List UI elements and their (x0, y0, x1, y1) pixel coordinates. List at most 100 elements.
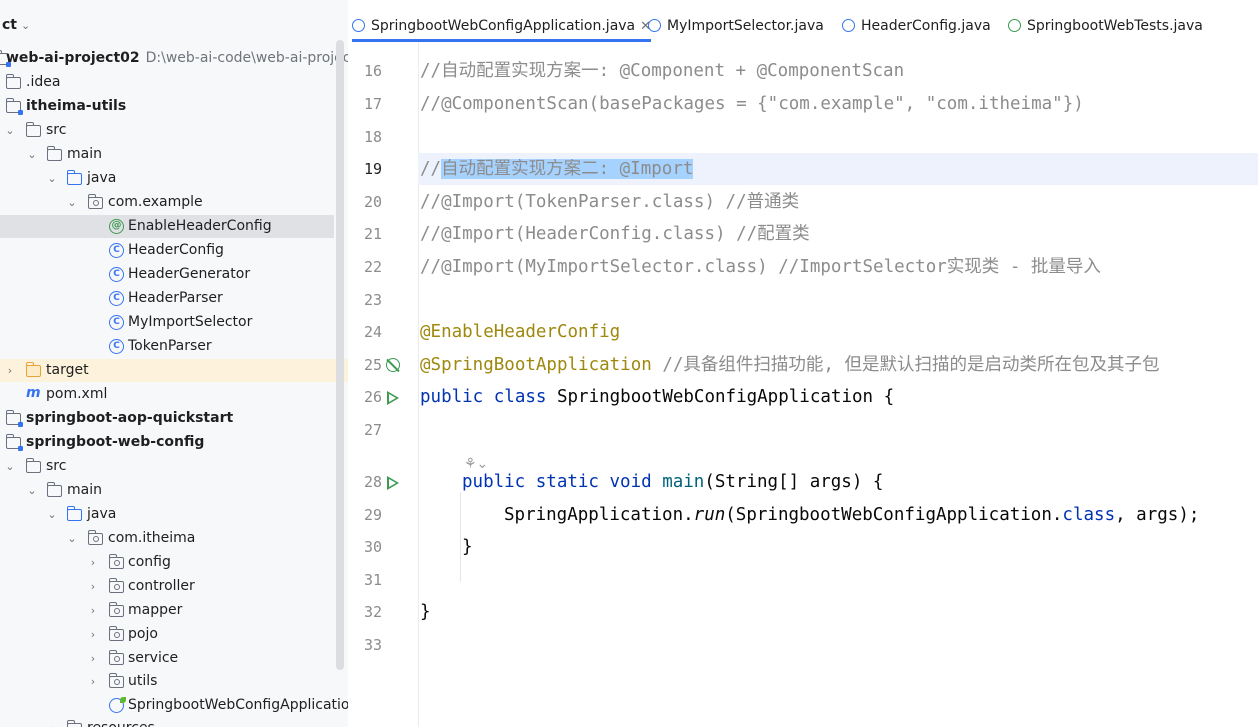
tree-item-enableheaderconfig[interactable]: @ EnableHeaderConfig (0, 215, 334, 238)
code-line-21: //@Import(HeaderConfig.class) //配置类 (420, 224, 810, 244)
tree-item-headergenerator[interactable]: C HeaderGenerator (0, 263, 334, 286)
package-icon (108, 673, 124, 688)
tab-label: SpringbootWebConfigApplication.java (371, 18, 636, 34)
code-line-26: public class SpringbootWebConfigApplicat… (420, 381, 894, 413)
line-number: 22 (363, 258, 382, 276)
chevron-down-icon[interactable]: ⌄ (26, 143, 38, 166)
chevron-down-icon[interactable]: ⌄ (66, 191, 78, 214)
run-icon[interactable] (387, 476, 399, 490)
tree-item-springboot-aop-quickstart[interactable]: springboot-aop-quickstart (0, 407, 334, 430)
tree-item-label: com.itheima (108, 530, 196, 546)
chevron-down-icon[interactable]: ⌄ (66, 527, 78, 550)
tree-item-label: java (87, 170, 117, 186)
line-number: 17 (363, 95, 382, 113)
args-token: (SpringbootWebConfigApplication. (725, 505, 1063, 525)
chevron-right-icon[interactable]: › (87, 575, 99, 598)
tree-item-utils[interactable]: › utils (0, 670, 334, 693)
params-token: (String[] args) { (704, 472, 884, 492)
tree-item-pojo[interactable]: › pojo (0, 623, 334, 646)
tree-item-java-2[interactable]: ⌄ java (0, 503, 334, 526)
line-number: 25 (363, 356, 382, 374)
tree-item-springbootwebconfigapplication[interactable]: SpringbootWebConfigApplication (0, 694, 348, 717)
tab-springbootwebtests[interactable]: SpringbootWebTests.java (1008, 12, 1203, 42)
code-area[interactable]: //自动配置实现方案一: @Component + @ComponentScan… (418, 42, 1258, 727)
tree-item-label: config (128, 554, 171, 570)
chevron-down-icon[interactable]: ⌄ (21, 19, 30, 32)
chevron-down-icon[interactable]: ⌄ (4, 455, 16, 478)
chevron-down-icon[interactable]: ⌄ (46, 503, 58, 526)
chevron-right-icon[interactable]: › (87, 623, 99, 646)
tree-item-web-ai-project02[interactable]: web-ai-project02 D:\web-ai-code\web-ai-pr… (0, 47, 348, 70)
maven-icon: m (26, 385, 41, 401)
tree-item-path: D:\web-ai-code\web-ai-project0 (145, 50, 348, 66)
tree-item-target[interactable]: › target (0, 359, 348, 382)
class-icon: C (109, 291, 124, 306)
tree-item-controller[interactable]: › controller (0, 575, 334, 598)
class-icon: C (109, 315, 124, 330)
tree-item-service[interactable]: › service (0, 647, 334, 670)
package-icon (108, 578, 124, 593)
editor-tabs: SpringbootWebConfigApplication.java ✕ MyI… (348, 0, 1258, 43)
tab-springbootwebconfigapplication[interactable]: SpringbootWebConfigApplication.java ✕ (352, 12, 652, 42)
keyword-token: class (1062, 505, 1116, 525)
chevron-right-icon[interactable]: › (87, 647, 99, 670)
run-icon[interactable] (387, 391, 399, 405)
line-number: 28 (363, 473, 382, 491)
chevron-right-icon[interactable]: › (87, 670, 99, 693)
tab-label: MyImportSelector.java (667, 18, 824, 34)
code-line-32: } (420, 602, 431, 622)
project-view-header[interactable]: ct ⌄ (0, 12, 30, 38)
code-editor[interactable]: 16 17 18 19 20 21 22 23 24 25 26 27 28 2… (348, 42, 1258, 727)
code-line-20: //@Import(TokenParser.class) //普通类 (420, 192, 800, 212)
tree-item-src[interactable]: ⌄ src (0, 119, 334, 142)
line-number: 27 (363, 421, 382, 439)
tree-item-java[interactable]: ⌄ java (0, 167, 334, 190)
chevron-right-icon[interactable]: › (87, 551, 99, 574)
chevron-down-icon[interactable]: ⌄ (4, 119, 16, 142)
test-class-icon (1008, 19, 1021, 32)
tree-item-src-2[interactable]: ⌄ src (0, 455, 334, 478)
tab-headerconfig[interactable]: HeaderConfig.java (842, 12, 991, 42)
tab-myimportselector[interactable]: MyImportSelector.java (648, 12, 824, 42)
tree-item-tokenparser[interactable]: C TokenParser (0, 335, 334, 358)
tree-item-main-2[interactable]: ⌄ main (0, 479, 334, 502)
tab-label: HeaderConfig.java (861, 18, 991, 34)
tree-item-mapper[interactable]: › mapper (0, 599, 334, 622)
tree-item-itheima-utils[interactable]: itheima-utils (0, 95, 334, 118)
tree-item-label: src (46, 122, 67, 138)
spring-boot-class-icon (109, 697, 126, 713)
tree-item-headerconfig[interactable]: C HeaderConfig (0, 239, 334, 262)
tree-item-main[interactable]: ⌄ main (0, 143, 334, 166)
code-line-25: @SpringBootApplication //具备组件扫描功能, 但是默认扫… (420, 349, 1159, 381)
module-folder-icon (5, 98, 23, 115)
chevron-right-icon[interactable]: › (87, 599, 99, 622)
tree-item-label: HeaderConfig (128, 242, 224, 258)
tree-item-com-example[interactable]: ⌄ com.example (0, 191, 334, 214)
args-token: , args); (1115, 505, 1200, 525)
tree-item-label: SpringbootWebConfigApplication (128, 697, 348, 713)
tree-item-label: pojo (128, 626, 158, 642)
chevron-down-icon[interactable]: ⌄ (26, 479, 38, 502)
tree-item-label: springboot-web-config (26, 434, 205, 450)
line-number: 31 (363, 571, 382, 589)
chevron-right-icon[interactable]: › (4, 359, 16, 382)
tree-item-idea[interactable]: .idea (0, 71, 334, 94)
tree-item-label: controller (128, 578, 195, 594)
tree-item-myimportselector[interactable]: C MyImportSelector (0, 311, 334, 334)
tree-scrollbar[interactable] (336, 40, 344, 670)
code-line-30: } (462, 537, 473, 557)
tree-item-config[interactable]: › config (0, 551, 334, 574)
tree-item-springboot-web-config[interactable]: springboot-web-config (0, 431, 334, 454)
tree-item-label: pom.xml (46, 386, 108, 402)
tree-item-pom-xml[interactable]: m pom.xml (0, 383, 334, 406)
module-folder-icon (5, 434, 23, 451)
resources-folder-icon (66, 720, 82, 727)
tree-item-headerparser[interactable]: C HeaderParser (0, 287, 334, 310)
chevron-right-icon[interactable]: › (46, 717, 58, 727)
line-number: 19 (363, 160, 382, 178)
spring-bean-icon[interactable] (386, 358, 400, 372)
tree-item-com-itheima[interactable]: ⌄ com.itheima (0, 527, 334, 550)
chevron-down-icon[interactable]: ⌄ (46, 167, 58, 190)
code-line-17: //@ComponentScan(basePackages = {"com.ex… (420, 94, 1084, 114)
tree-item-resources[interactable]: › resources (0, 717, 334, 727)
